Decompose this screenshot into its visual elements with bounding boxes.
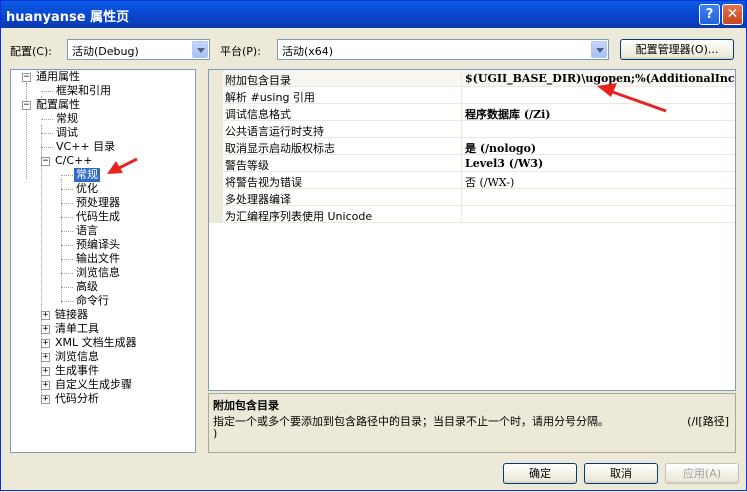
description-title: 附加包含目录: [213, 399, 279, 412]
chevron-down-icon[interactable]: [192, 41, 208, 58]
title-bar[interactable]: huanyanse 属性页 ? ✕: [1, 1, 746, 28]
property-row[interactable]: 解析 #using 引用: [209, 87, 735, 104]
collapse-icon[interactable]: −: [22, 73, 31, 82]
property-grid[interactable]: 附加包含目录 $(UGII_BASE_DIR)\ugopen;%(Additio…: [208, 69, 736, 391]
help-icon[interactable]: ?: [699, 4, 720, 25]
expand-icon[interactable]: +: [41, 395, 50, 404]
tree-item-language[interactable]: 语言: [76, 224, 98, 238]
apply-button[interactable]: 应用(A): [665, 463, 739, 484]
tree-item-browse-info[interactable]: 浏览信息: [55, 350, 99, 364]
close-icon[interactable]: ✕: [722, 4, 743, 25]
tree-item-general[interactable]: 常规: [56, 112, 78, 126]
tree-item-command-line[interactable]: 命令行: [76, 294, 109, 308]
chevron-down-icon[interactable]: [591, 41, 607, 58]
collapse-icon[interactable]: −: [41, 157, 50, 166]
expand-icon[interactable]: +: [41, 367, 50, 376]
tree-item-advanced[interactable]: 高级: [76, 280, 98, 294]
configuration-select[interactable]: 活动(Debug): [67, 39, 210, 60]
tree-item-configuration-properties[interactable]: 配置属性: [36, 98, 80, 112]
tree-item-preprocessor[interactable]: 预处理器: [76, 196, 120, 210]
expand-icon[interactable]: +: [41, 311, 50, 320]
tree-item-xml-doc-generator[interactable]: XML 文档生成器: [55, 336, 137, 350]
description-option: (/I[路径]: [687, 415, 729, 428]
window-title: huanyanse 属性页: [6, 10, 130, 25]
expand-icon[interactable]: +: [41, 339, 50, 348]
tree-item-code-generation[interactable]: 代码生成: [76, 210, 120, 224]
configuration-label: 配置(C):: [10, 45, 52, 58]
cancel-button[interactable]: 取消: [584, 463, 658, 484]
tree-item-optimization[interactable]: 优化: [76, 182, 98, 196]
property-value[interactable]: $(UGII_BASE_DIR)\ugopen;%(AdditionalInc: [465, 72, 735, 85]
property-value[interactable]: 否 (/WX-): [465, 174, 735, 190]
property-value[interactable]: Level3 (/W3): [465, 157, 735, 170]
tree-item-common-properties[interactable]: 通用属性: [36, 70, 80, 84]
expand-icon[interactable]: +: [41, 353, 50, 362]
property-name: 调试信息格式: [225, 108, 291, 121]
tree-item-debugging[interactable]: 调试: [56, 126, 78, 140]
expand-icon[interactable]: +: [41, 325, 50, 334]
property-name: 警告等级: [225, 159, 269, 172]
property-row[interactable]: 多处理器编译: [209, 189, 735, 206]
tree-item-cpp-general[interactable]: 常规: [74, 168, 100, 182]
property-row[interactable]: 公共语言运行时支持: [209, 121, 735, 138]
tree-item-precompiled-headers[interactable]: 预编译头: [76, 238, 120, 252]
property-name: 解析 #using 引用: [225, 91, 315, 104]
property-name: 为汇编程序列表使用 Unicode: [225, 210, 373, 223]
property-name: 附加包含目录: [225, 74, 291, 87]
property-name: 将警告视为错误: [225, 176, 302, 189]
platform-label: 平台(P):: [220, 45, 261, 58]
description-pane: 附加包含目录 指定一个或多个要添加到包含路径中的目录；当目录不止一个时，请用分号…: [208, 393, 736, 453]
property-name: 取消显示启动版权标志: [225, 142, 335, 155]
property-tree[interactable]: − 通用属性 框架和引用 − 配置属性 常规 调试 VC++ 目录 − C/C+…: [10, 69, 196, 453]
property-value[interactable]: 是 (/nologo): [465, 140, 735, 156]
property-name: 多处理器编译: [225, 193, 291, 206]
property-row[interactable]: 警告等级 Level3 (/W3): [209, 155, 735, 172]
tree-item-framework-references[interactable]: 框架和引用: [56, 84, 111, 98]
collapse-icon[interactable]: −: [22, 101, 31, 110]
expand-icon[interactable]: +: [41, 381, 50, 390]
description-option-close: ): [213, 427, 218, 440]
property-value[interactable]: 程序数据库 (/Zi): [465, 106, 735, 122]
tree-item-linker[interactable]: 链接器: [55, 308, 88, 322]
property-row[interactable]: 取消显示启动版权标志 是 (/nologo): [209, 138, 735, 156]
property-pages-window: huanyanse 属性页 ? ✕ 配置(C): 活动(Debug) 平台(P)…: [0, 0, 747, 491]
property-row[interactable]: 调试信息格式 程序数据库 (/Zi): [209, 104, 735, 122]
property-row[interactable]: 为汇编程序列表使用 Unicode: [209, 206, 735, 223]
description-text: 指定一个或多个要添加到包含路径中的目录；当目录不止一个时，请用分号分隔。: [213, 415, 609, 428]
tree-item-build-events[interactable]: 生成事件: [55, 364, 99, 378]
property-row[interactable]: 附加包含目录 $(UGII_BASE_DIR)\ugopen;%(Additio…: [209, 70, 735, 87]
tree-item-custom-build-step[interactable]: 自定义生成步骤: [55, 378, 132, 392]
tree-item-browse-information[interactable]: 浏览信息: [76, 266, 120, 280]
configuration-value: 活动(Debug): [72, 45, 139, 58]
tree-item-cpp[interactable]: C/C++: [55, 154, 93, 168]
ok-button[interactable]: 确定: [503, 463, 577, 484]
platform-value: 活动(x64): [282, 45, 334, 58]
tree-item-vc-directories[interactable]: VC++ 目录: [56, 140, 115, 154]
tree-item-manifest-tool[interactable]: 清单工具: [55, 322, 99, 336]
tree-item-code-analysis[interactable]: 代码分析: [55, 392, 99, 406]
configuration-manager-button[interactable]: 配置管理器(O)...: [620, 39, 734, 60]
property-name: 公共语言运行时支持: [225, 125, 324, 138]
platform-select[interactable]: 活动(x64): [277, 39, 609, 60]
tree-item-output-files[interactable]: 输出文件: [76, 252, 120, 266]
property-row[interactable]: 将警告视为错误 否 (/WX-): [209, 172, 735, 190]
